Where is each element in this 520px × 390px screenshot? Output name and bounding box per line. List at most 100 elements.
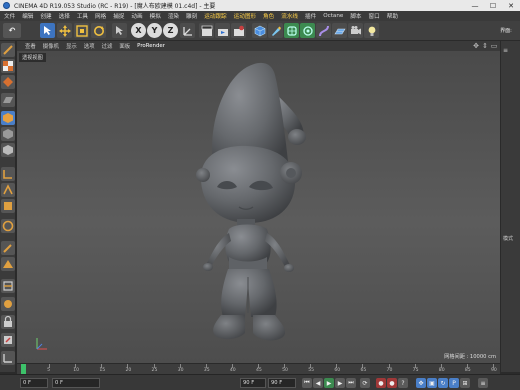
object-mode-button[interactable] bbox=[1, 127, 15, 141]
render-settings-button[interactable] bbox=[231, 23, 246, 38]
points-mode-button[interactable] bbox=[1, 167, 15, 181]
previous-key-button[interactable]: ◀ bbox=[313, 378, 323, 388]
z-axis-lock-button[interactable]: Z bbox=[163, 23, 178, 38]
end-frame-field[interactable]: 90 F bbox=[240, 378, 266, 388]
render-to-picture-viewer-button[interactable] bbox=[215, 23, 230, 38]
menu-item[interactable]: 渲染 bbox=[168, 12, 179, 20]
current-frame-field[interactable]: 0 F bbox=[52, 378, 100, 388]
playhead[interactable] bbox=[21, 364, 26, 374]
close-button[interactable]: ✕ bbox=[502, 0, 520, 11]
record-active-button[interactable]: ● bbox=[376, 378, 386, 388]
maximize-button[interactable]: ☐ bbox=[484, 0, 502, 11]
polygons-mode-button[interactable] bbox=[1, 199, 15, 213]
menu-item[interactable]: 工具 bbox=[77, 12, 88, 20]
perspective-viewport[interactable]: 透视视图 网格间距: 10000 cm bbox=[17, 51, 500, 363]
menu-item[interactable]: 帮助 bbox=[387, 12, 398, 20]
viewport-menu-item[interactable]: 选项 bbox=[84, 42, 95, 50]
make-editable-button[interactable] bbox=[1, 43, 15, 57]
array-button[interactable] bbox=[300, 23, 315, 38]
parameter-key-button[interactable]: P bbox=[449, 378, 459, 388]
light-button[interactable] bbox=[364, 23, 379, 38]
menu-item[interactable]: 选择 bbox=[59, 12, 70, 20]
menu-item[interactable]: 模拟 bbox=[150, 12, 161, 20]
workplane-button[interactable] bbox=[1, 93, 15, 107]
camera-button[interactable] bbox=[348, 23, 363, 38]
timeline-window-button[interactable]: ≡ bbox=[478, 378, 488, 388]
move-tool-button[interactable] bbox=[57, 23, 72, 38]
menu-item[interactable]: 窗口 bbox=[369, 12, 380, 20]
coordinate-system-button[interactable] bbox=[180, 23, 195, 38]
viewport-menu-item[interactable]: 显示 bbox=[66, 42, 77, 50]
scale-tool-button[interactable] bbox=[74, 23, 89, 38]
object-manager-icon[interactable]: ≡ bbox=[503, 47, 519, 55]
x-axis-lock-button[interactable]: X bbox=[131, 23, 146, 38]
bend-deformer-icon bbox=[318, 25, 329, 36]
edges-mode-button[interactable] bbox=[1, 183, 15, 197]
pen-spline-button[interactable] bbox=[268, 23, 283, 38]
menu-item[interactable]: 插件 bbox=[305, 12, 316, 20]
animation-mode-button[interactable] bbox=[1, 143, 15, 157]
texture-mode-button[interactable] bbox=[1, 59, 15, 73]
menu-item[interactable]: 流水线 bbox=[281, 12, 298, 20]
preview-end-field[interactable]: 90 F bbox=[268, 378, 296, 388]
autokey-button[interactable]: ● bbox=[387, 378, 397, 388]
undo-button[interactable]: ↶ bbox=[3, 23, 21, 38]
enable-axis-button[interactable] bbox=[1, 219, 15, 233]
timeline-ruler[interactable]: 051015202530354045505560657075808590 bbox=[17, 363, 500, 374]
soft-selection-button[interactable] bbox=[1, 257, 15, 271]
layout-label[interactable]: 界面: bbox=[494, 23, 518, 38]
tweak-mode-button[interactable] bbox=[1, 241, 15, 255]
keyframe-selection-button[interactable]: ? bbox=[398, 378, 408, 388]
timeline-tick-label: 80 bbox=[438, 368, 445, 373]
viewport-menu-item[interactable]: ProRender bbox=[137, 43, 165, 49]
live-selection-button[interactable] bbox=[112, 23, 127, 38]
viewport-move-icon[interactable]: ✥ bbox=[472, 42, 480, 50]
attributes-tab[interactable]: 模式 bbox=[503, 235, 519, 243]
viewport-menu-item[interactable]: 摄像机 bbox=[43, 42, 59, 50]
menu-item[interactable]: 运动跟踪 bbox=[204, 12, 226, 20]
menu-item[interactable]: 网格 bbox=[95, 12, 106, 20]
viewport-zoom-icon[interactable]: ⇕ bbox=[481, 42, 489, 50]
model-mode-button[interactable] bbox=[1, 111, 15, 125]
planar-workplane-button[interactable] bbox=[1, 333, 15, 347]
menu-item[interactable]: 角色 bbox=[263, 12, 274, 20]
menu-item[interactable]: 雕刻 bbox=[186, 12, 197, 20]
viewport-menu-item[interactable]: 过滤 bbox=[102, 42, 113, 50]
next-key-button[interactable]: ▶ bbox=[335, 378, 345, 388]
menu-item[interactable]: 动画 bbox=[131, 12, 142, 20]
scene-floor-button[interactable] bbox=[332, 23, 347, 38]
start-frame-field[interactable]: 0 F bbox=[20, 378, 48, 388]
menu-item[interactable]: 编辑 bbox=[22, 12, 33, 20]
menu-item[interactable]: Octane bbox=[323, 13, 343, 19]
deformer-button[interactable] bbox=[316, 23, 331, 38]
menu-item[interactable]: 运动图形 bbox=[234, 12, 256, 20]
locked-workplane-button[interactable] bbox=[1, 315, 15, 329]
select-tool-button[interactable] bbox=[40, 23, 55, 38]
viewport-menu-item[interactable]: 查看 bbox=[25, 42, 36, 50]
subdivision-surface-button[interactable] bbox=[284, 23, 299, 38]
menu-item[interactable]: 捕捉 bbox=[113, 12, 124, 20]
menu-item[interactable]: 文件 bbox=[4, 12, 15, 20]
cube-object-button[interactable] bbox=[252, 23, 267, 38]
play-forward-button[interactable]: ▶ bbox=[324, 378, 334, 388]
menu-item[interactable]: 脚本 bbox=[350, 12, 361, 20]
next-key-icon: ▶ bbox=[337, 379, 343, 387]
go-to-start-button[interactable]: ⏮ bbox=[302, 378, 312, 388]
position-key-button[interactable]: ✥ bbox=[416, 378, 426, 388]
texture-axis-button[interactable] bbox=[1, 75, 15, 89]
scale-key-button[interactable]: ▣ bbox=[427, 378, 437, 388]
snap-button[interactable] bbox=[1, 279, 15, 293]
minimize-button[interactable]: — bbox=[466, 0, 484, 11]
rotation-key-button[interactable]: ↻ bbox=[438, 378, 448, 388]
y-axis-lock-button[interactable]: Y bbox=[147, 23, 162, 38]
rotate-tool-button[interactable] bbox=[91, 23, 106, 38]
axis-lock-button[interactable] bbox=[1, 351, 15, 365]
go-to-end-button[interactable]: ⏭ bbox=[346, 378, 356, 388]
menu-item[interactable]: 创建 bbox=[40, 12, 51, 20]
quantize-button[interactable] bbox=[1, 297, 15, 311]
viewport-toggle-icon[interactable]: ▭ bbox=[490, 42, 498, 50]
render-view-button[interactable] bbox=[199, 23, 214, 38]
loop-button[interactable]: ⟳ bbox=[360, 378, 370, 388]
viewport-menu-item[interactable]: 面板 bbox=[119, 42, 130, 50]
point-level-key-button[interactable]: ⊞ bbox=[460, 378, 470, 388]
